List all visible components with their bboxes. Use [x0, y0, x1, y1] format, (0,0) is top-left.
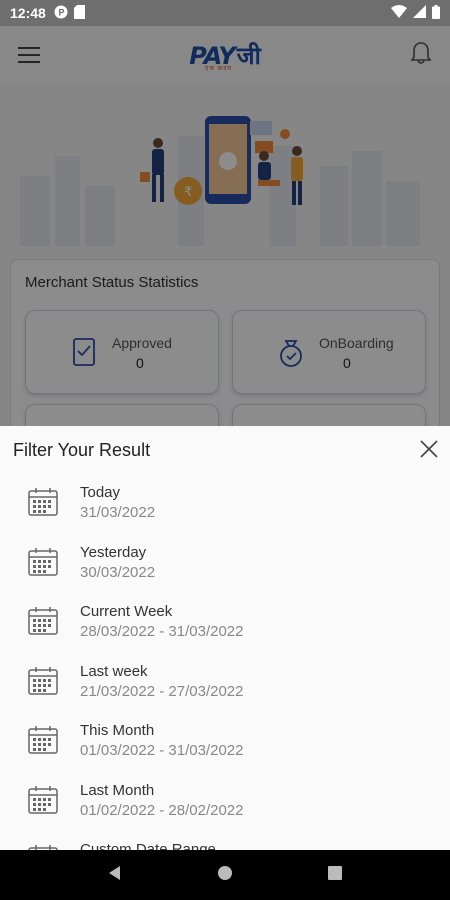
calendar-icon — [28, 726, 58, 754]
filter-option-custom-date-range[interactable]: Custom Date Range — [0, 837, 450, 850]
filter-option-label: Custom Date Range — [80, 841, 216, 850]
filter-option-label: Current Week — [80, 603, 173, 620]
battery-icon — [432, 4, 440, 22]
filter-option-date: 30/03/2022 — [80, 563, 156, 581]
dim-overlay[interactable] — [0, 26, 450, 426]
filter-option-label: Last Month — [80, 781, 155, 799]
filter-option-date: 01/02/2022 - 28/02/2022 — [80, 801, 244, 819]
calendar-icon — [28, 785, 58, 814]
home-icon[interactable] — [217, 865, 233, 886]
calendar-icon — [28, 488, 58, 516]
sheet-title: Filter Your Result — [13, 440, 151, 460]
filter-option-label: This Month — [80, 722, 155, 739]
filter-bottom-sheet: Filter Your Result Today 31/03/2022 Yest… — [0, 426, 450, 850]
svg-text:P: P — [58, 7, 64, 17]
filter-option-label: Last week — [80, 662, 148, 680]
filter-option-last-week[interactable]: Last week 21/03/2022 - 27/03/2022 — [0, 659, 450, 719]
close-icon[interactable] — [418, 438, 440, 460]
app-notification-icon: P — [54, 5, 68, 22]
sd-card-icon — [73, 4, 85, 22]
filter-option-label: Today — [80, 484, 121, 501]
filter-options-list: Today 31/03/2022 Yesterday 30/03/2022 Cu… — [0, 480, 450, 850]
filter-option-label: Yesterday — [80, 543, 147, 561]
filter-option-date: 01/03/2022 - 31/03/2022 — [80, 742, 244, 759]
filter-option-last-month[interactable]: Last Month 01/02/2022 - 28/02/2022 — [0, 778, 450, 838]
filter-option-date: 31/03/2022 — [80, 504, 156, 521]
back-icon[interactable] — [107, 865, 123, 886]
signal-icon — [413, 5, 426, 21]
status-bar: 12:48 P — [0, 0, 450, 26]
filter-option-current-week[interactable]: Current Week 28/03/2022 - 31/03/2022 — [0, 599, 450, 659]
filter-option-today[interactable]: Today 31/03/2022 — [0, 480, 450, 540]
filter-option-yesterday[interactable]: Yesterday 30/03/2022 — [0, 540, 450, 600]
filter-option-this-month[interactable]: This Month 01/03/2022 - 31/03/2022 — [0, 718, 450, 778]
calendar-icon — [28, 547, 58, 576]
status-time: 12:48 — [10, 5, 46, 21]
wifi-icon — [391, 5, 407, 21]
filter-option-date: 21/03/2022 - 27/03/2022 — [80, 682, 244, 700]
calendar-icon — [28, 666, 58, 695]
filter-option-date: 28/03/2022 - 31/03/2022 — [80, 623, 244, 640]
system-nav-bar — [0, 850, 450, 900]
recents-icon[interactable] — [327, 865, 343, 886]
calendar-icon — [28, 607, 58, 635]
